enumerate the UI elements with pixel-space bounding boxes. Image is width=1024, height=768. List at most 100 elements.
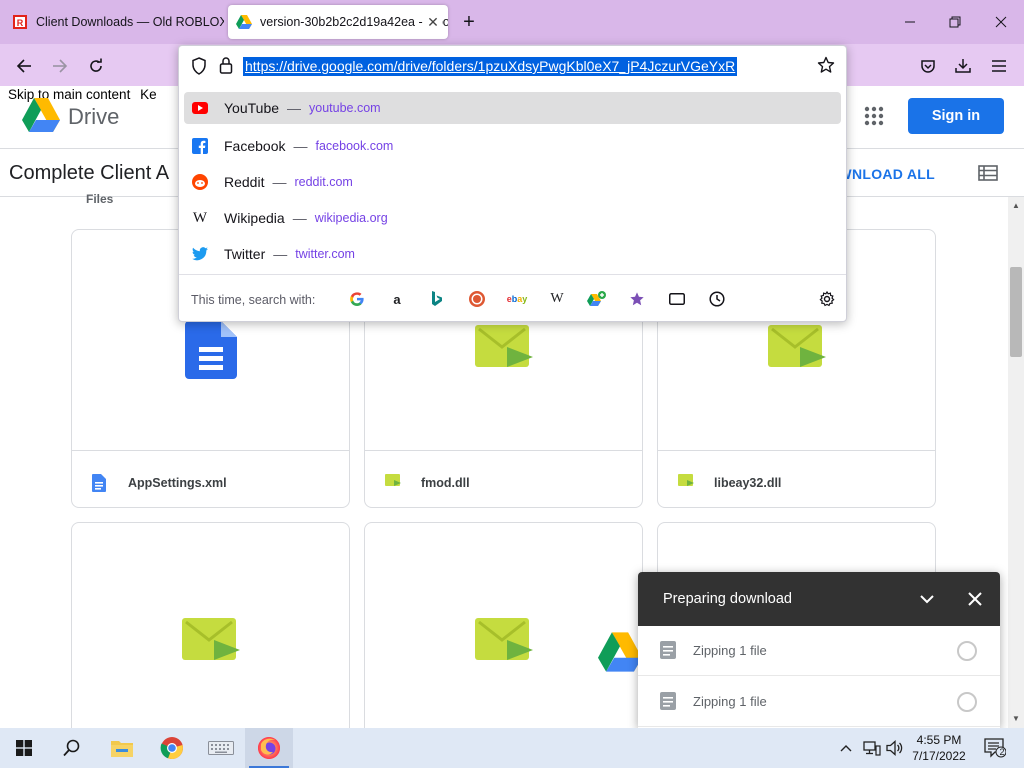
windows-start-icon[interactable]: [0, 728, 48, 768]
download-all-button[interactable]: DOWNLOAD ALL: [845, 166, 935, 182]
windows-taskbar: 4:55 PM 7/17/2022 2: [0, 728, 1024, 768]
add-engine-icon[interactable]: [587, 289, 607, 309]
svg-text:R: R: [17, 18, 24, 28]
file-thumbnail: [72, 523, 349, 728]
download-item: Zipping 1 file: [638, 677, 1000, 727]
sign-in-button[interactable]: Sign in: [908, 98, 1004, 134]
ebay-icon[interactable]: ebay: [507, 289, 528, 309]
file-card[interactable]: [71, 522, 350, 728]
wikipedia-icon[interactable]: W: [547, 289, 567, 309]
keyboard-icon[interactable]: [197, 728, 245, 768]
folder-title: Complete Client A: [9, 162, 170, 184]
suggestion-reddit[interactable]: Reddit — reddit.com: [184, 164, 841, 200]
dll-file-icon: [385, 474, 401, 489]
file-explorer-icon[interactable]: [98, 728, 146, 768]
download-item-label: Zipping 1 file: [693, 694, 767, 709]
bookmark-star-icon[interactable]: [817, 56, 835, 77]
google-drive-icon: [236, 14, 252, 30]
download-panel: Preparing download Zipping 1 file Zippin…: [638, 572, 1000, 728]
list-view-icon[interactable]: [978, 165, 998, 184]
google-icon[interactable]: [347, 289, 367, 309]
youtube-icon: [192, 100, 208, 116]
tab-client-downloads[interactable]: R Client Downloads — Old ROBLOX: [8, 5, 224, 39]
amazon-icon[interactable]: a: [387, 289, 407, 309]
volume-icon[interactable]: [884, 728, 906, 768]
download-item-label: Zipping 1 file: [693, 643, 767, 658]
scroll-down-icon[interactable]: ▼: [1008, 712, 1024, 726]
suggestion-separator: —: [272, 174, 287, 190]
roblox-icon: R: [12, 14, 28, 30]
file-name: AppSettings.xml: [128, 476, 227, 490]
card-divider: [365, 450, 642, 451]
suggestion-separator: —: [273, 246, 288, 262]
dll-file-icon: [678, 474, 694, 489]
suggestion-name: Wikipedia: [224, 210, 285, 226]
download-item: Zipping 1 file: [638, 626, 1000, 676]
dll-file-icon: [474, 325, 533, 367]
scroll-up-icon[interactable]: ▲: [1008, 199, 1024, 213]
settings-icon[interactable]: [817, 289, 837, 309]
bookmarks-icon[interactable]: [627, 289, 647, 309]
menu-icon[interactable]: [986, 53, 1012, 79]
files-section-label: Files: [86, 192, 114, 206]
url-input[interactable]: https://drive.google.com/drive/folders/1…: [243, 57, 738, 76]
google-docs-icon: [92, 474, 106, 495]
twitter-icon: [192, 246, 208, 262]
close-tab-icon[interactable]: ✕: [424, 13, 442, 31]
history-icon[interactable]: [707, 289, 727, 309]
new-tab-button[interactable]: +: [458, 11, 480, 33]
suggestion-twitter[interactable]: Twitter — twitter.com: [184, 236, 841, 272]
back-icon[interactable]: [11, 53, 37, 79]
firefox-icon[interactable]: [245, 728, 293, 768]
file-icon: [660, 641, 676, 662]
google-docs-icon: [184, 321, 237, 379]
reddit-icon: [192, 174, 208, 190]
tabs-icon[interactable]: [667, 289, 687, 309]
tab-drive-folder[interactable]: version-30b2b2c2d19a42ea - Goo ✕: [228, 5, 448, 39]
suggestion-wikipedia[interactable]: W Wikipedia — wikipedia.org: [184, 200, 841, 236]
suggestion-name: Reddit: [224, 174, 265, 190]
google-apps-icon[interactable]: [864, 106, 884, 129]
chevron-down-icon[interactable]: [916, 588, 938, 613]
taskbar-clock[interactable]: 4:55 PM 7/17/2022: [906, 732, 972, 764]
suggestion-youtube[interactable]: YouTube — youtube.com: [184, 92, 841, 124]
notification-count: 2: [999, 747, 1005, 757]
suggestion-domain: youtube.com: [309, 101, 381, 115]
restore-icon[interactable]: [943, 10, 967, 34]
bing-icon[interactable]: [427, 289, 447, 309]
chevron-up-icon[interactable]: [836, 728, 856, 768]
downloads-icon[interactable]: [950, 53, 976, 79]
dll-file-icon: [181, 618, 240, 660]
forward-icon[interactable]: [47, 53, 73, 79]
network-icon[interactable]: [860, 728, 884, 768]
pocket-icon[interactable]: [915, 53, 941, 79]
urlbar-dropdown: https://drive.google.com/drive/folders/1…: [178, 45, 847, 322]
chrome-icon[interactable]: [148, 728, 196, 768]
notifications-icon[interactable]: 2: [978, 728, 1012, 768]
search-icon[interactable]: [48, 728, 96, 768]
address-bar[interactable]: https://drive.google.com/drive/folders/1…: [179, 46, 846, 86]
suggestion-domain: twitter.com: [295, 247, 355, 261]
suggestion-domain: wikipedia.org: [314, 211, 388, 225]
close-icon[interactable]: [964, 588, 986, 613]
duckduckgo-icon[interactable]: [467, 289, 487, 309]
tab-strip: R Client Downloads — Old ROBLOX version-…: [0, 0, 1024, 44]
reload-icon[interactable]: [83, 53, 109, 79]
clock-date: 7/17/2022: [912, 749, 966, 763]
card-divider: [658, 450, 935, 451]
facebook-icon: [192, 138, 208, 154]
lock-icon[interactable]: [219, 56, 233, 77]
google-drive-logo[interactable]: [22, 98, 60, 135]
minimize-icon[interactable]: [898, 10, 922, 34]
suggestion-name: Twitter: [224, 246, 266, 262]
drive-app-name: Drive: [68, 104, 120, 129]
suggestion-separator: —: [292, 210, 307, 226]
tracking-protection-icon[interactable]: [191, 57, 207, 78]
close-window-icon[interactable]: [989, 10, 1013, 34]
scroll-thumb[interactable]: [1010, 267, 1022, 357]
file-name: libeay32.dll: [714, 476, 782, 490]
suggestion-facebook[interactable]: Facebook — facebook.com: [184, 128, 841, 164]
page-scrollbar[interactable]: ▲ ▼: [1008, 197, 1024, 728]
google-drive-logo: [580, 624, 642, 710]
suggestion-name: Facebook: [224, 138, 286, 154]
